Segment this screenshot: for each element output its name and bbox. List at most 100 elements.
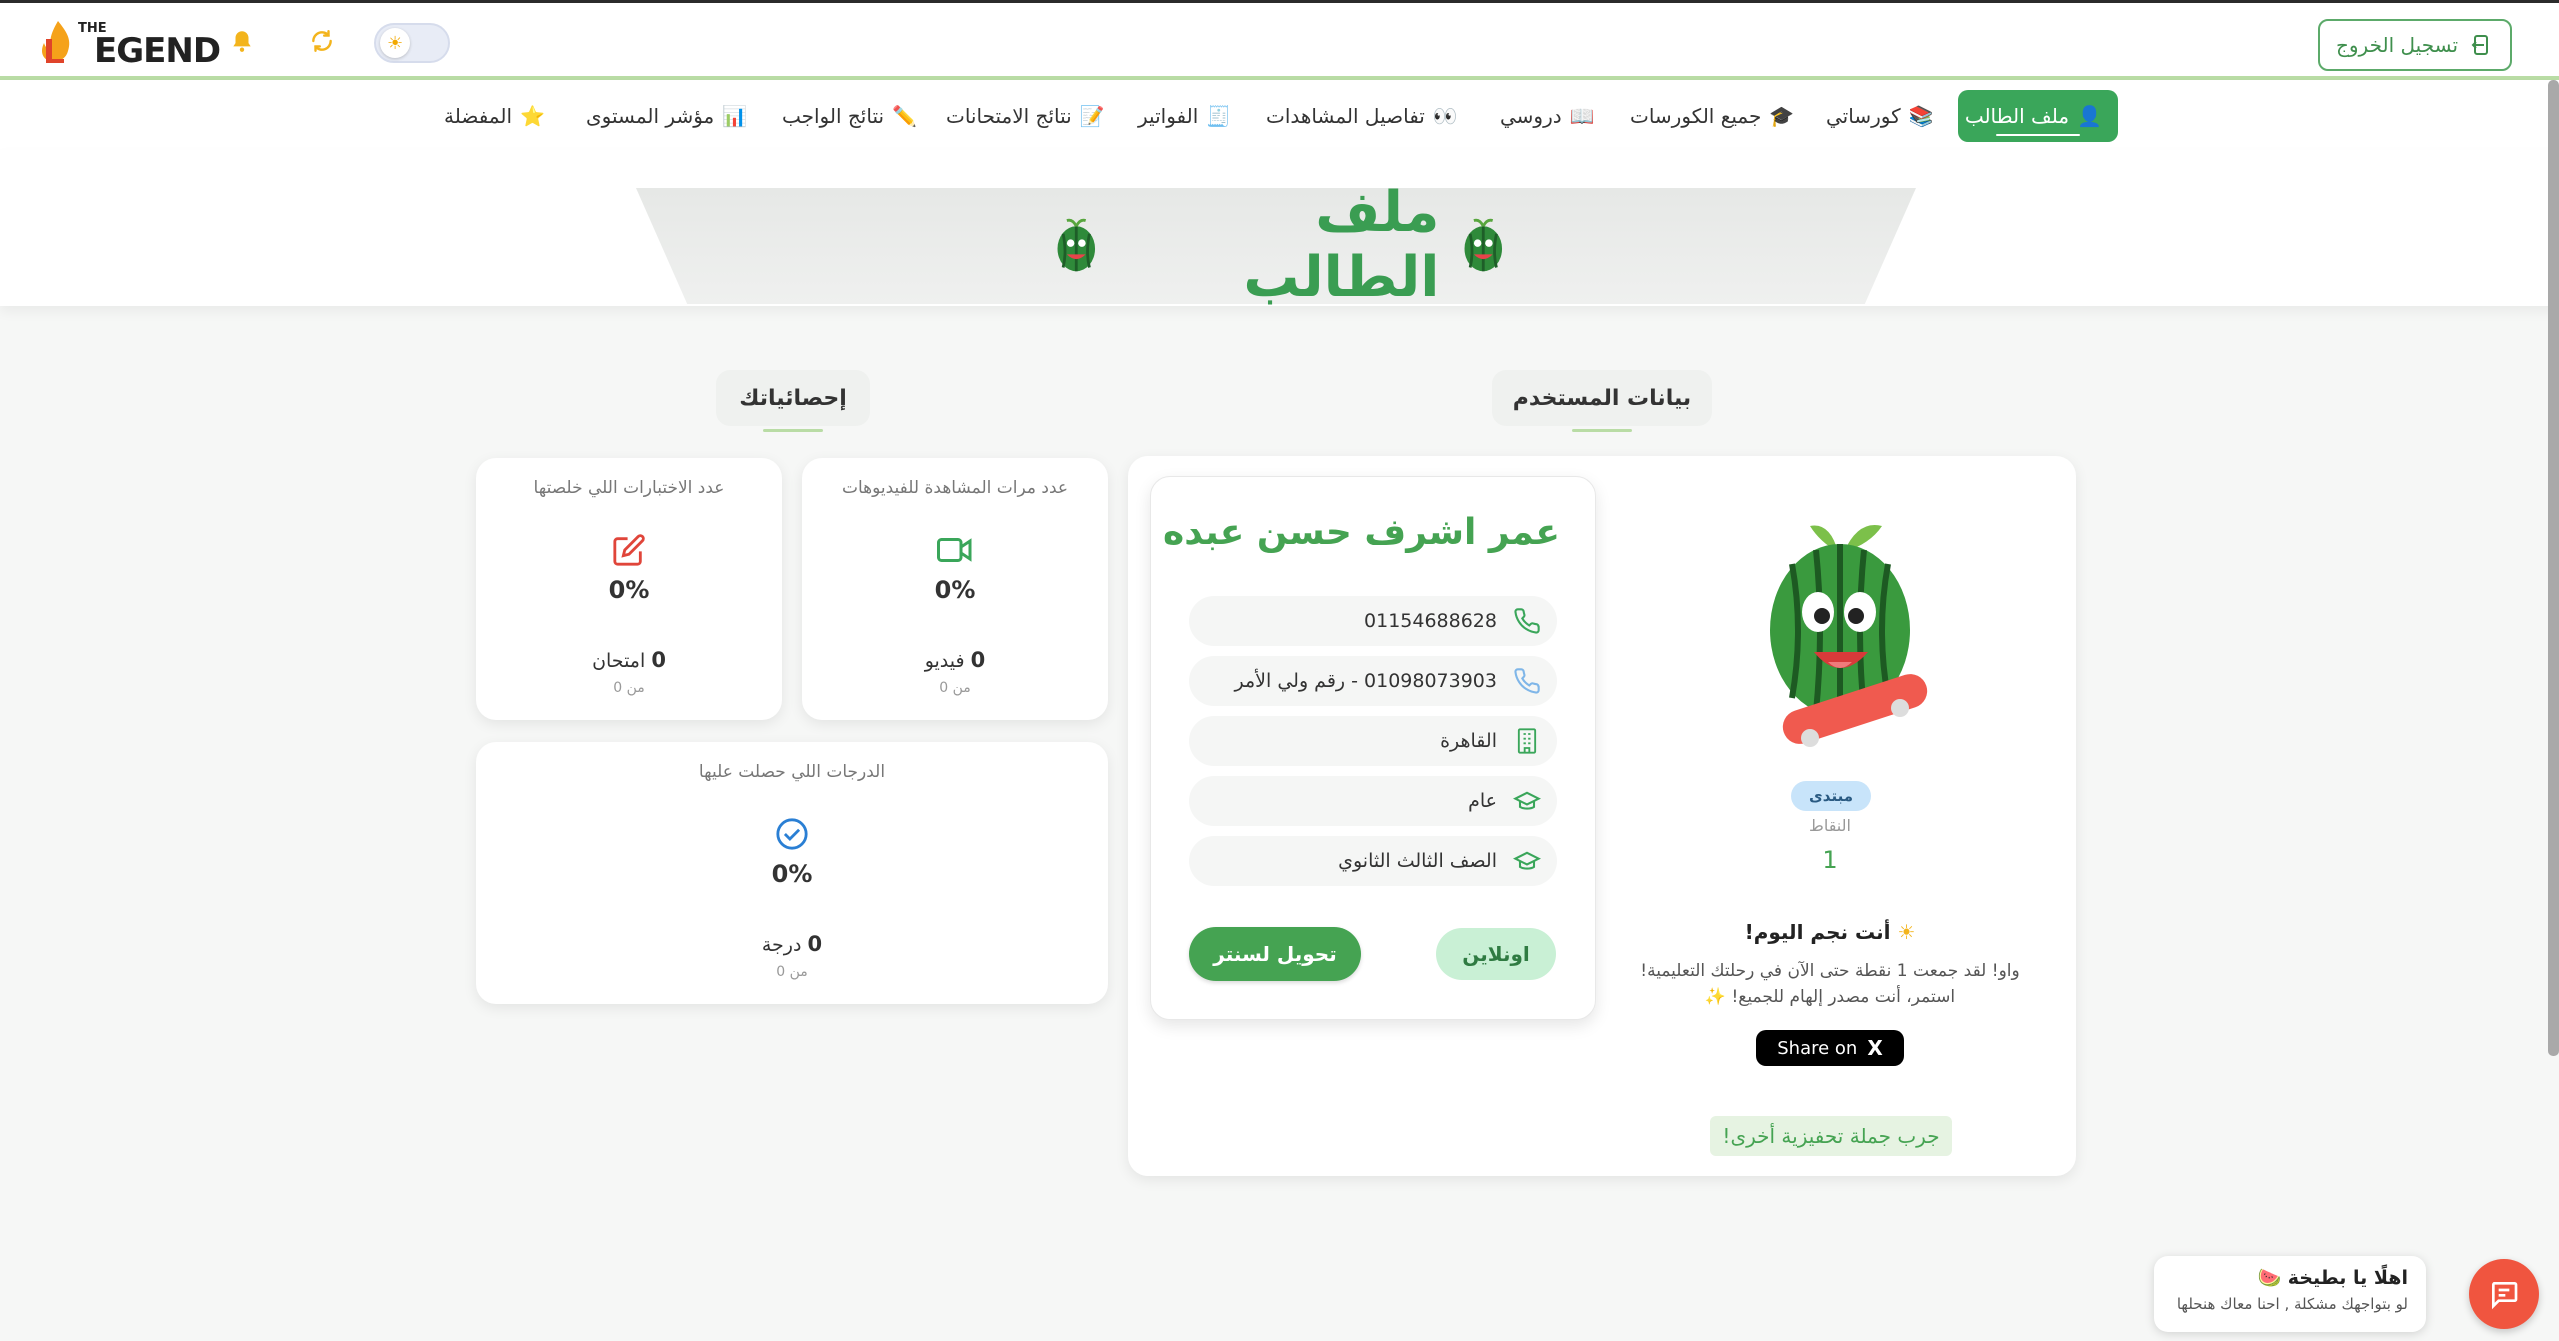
nav-item-all-courses[interactable]: 🎓 جميع الكورسات — [1620, 90, 1804, 142]
motivation-text: واو! لقد جمعت 1 نقطة حتى الآن في رحلتك ا… — [1640, 961, 2020, 1007]
stat-of: من 0 — [613, 680, 645, 696]
nav-item-invoices[interactable]: 🧾 الفواتير — [1128, 90, 1241, 142]
nav-label: الفواتير — [1138, 104, 1199, 128]
logo-text: EGEND — [94, 31, 221, 71]
stat-card-videos: عدد مرات المشاهدة للفيديوهات 0% 0 فيديو … — [802, 458, 1108, 720]
share-on-x-button[interactable]: Share on X — [1756, 1030, 1904, 1066]
nav-label: كورساتي — [1826, 104, 1901, 128]
info-row-parent-phone: 01098073903 - رقم ولي الأمر — [1189, 656, 1557, 706]
nav-item-exam-results[interactable]: 📝 نتائج الامتحانات — [936, 90, 1115, 142]
pencil-icon: ✏️ — [892, 104, 917, 128]
grade-value: الصف الثالث الثانوي — [1338, 850, 1497, 872]
nav-label: تفاصيل المشاهدات — [1266, 104, 1425, 128]
stat-count: 0 فيديو — [924, 648, 986, 672]
stat-count: 0 درجة — [761, 932, 823, 956]
building-icon — [1517, 728, 1537, 754]
share-label: Share on — [1777, 1037, 1858, 1059]
notifications-button[interactable] — [224, 23, 260, 59]
watermelon-mascot-icon — [1057, 218, 1096, 272]
stat-of: من 0 — [939, 680, 971, 696]
eyes-icon: 👀 — [1432, 104, 1458, 128]
refresh-icon — [312, 30, 332, 52]
nav-item-my-lessons[interactable]: 📖 دروسي — [1490, 90, 1605, 142]
chat-title: اهلًا يا بطيخة 🍉 — [2257, 1267, 2409, 1289]
stat-of: من 0 — [776, 964, 808, 980]
stat-count: 0 امتحان — [592, 648, 666, 672]
chat-icon — [2492, 1282, 2518, 1310]
nav-label: مؤشر المستوى — [586, 104, 715, 128]
nav-item-level-indicator[interactable]: 📊 مؤشر المستوى — [576, 90, 757, 142]
sun-icon: ☀ — [1897, 920, 1916, 944]
phone-icon — [1514, 668, 1540, 694]
nav-label: دروسي — [1500, 104, 1562, 128]
chat-greeting[interactable]: اهلًا يا بطيخة 🍉 لو بتواجهك مشكلة , احنا… — [2154, 1256, 2426, 1332]
nav-label: نتائج الواجب — [782, 104, 885, 128]
video-camera-icon — [935, 530, 975, 570]
chat-open-button[interactable] — [2469, 1259, 2539, 1329]
info-row-track: عام — [1189, 776, 1557, 826]
avatar — [1740, 512, 1940, 752]
logout-icon — [2471, 35, 2489, 55]
check-circle-icon — [772, 814, 812, 854]
stat-percent: 0% — [771, 860, 813, 888]
phone-value: 01154688628 — [1364, 610, 1497, 632]
motivation-title: ☀ أنت نجم اليوم! — [1744, 920, 1916, 944]
nav-label: ملف الطالب — [1964, 104, 2070, 128]
points-label: النقاط — [1809, 816, 1851, 835]
nav-label: نتائج الامتحانات — [946, 104, 1072, 128]
stat-title: عدد مرات المشاهدة للفيديوهات — [841, 478, 1069, 498]
nav-item-student-profile[interactable]: 👤 ملف الطالب — [1958, 90, 2118, 142]
track-value: عام — [1468, 790, 1497, 812]
graduation-cap-icon — [1513, 851, 1541, 870]
active-underline — [1996, 134, 2080, 136]
page-title-text: ملف الطالب — [1243, 180, 1440, 310]
try-another-quote-button[interactable]: جرب جملة تحفيزية أخرى! — [1710, 1116, 1952, 1156]
x-logo-icon: X — [1867, 1036, 1883, 1060]
points-value: 1 — [1822, 846, 1838, 874]
info-row-grade: الصف الثالث الثانوي — [1189, 836, 1557, 886]
refresh-button[interactable] — [304, 23, 340, 59]
watermelon-skateboard-mascot-icon — [1770, 525, 1928, 747]
nav-item-homework-results[interactable]: ✏️ نتائج الواجب — [772, 90, 927, 142]
bell-icon — [233, 31, 251, 52]
top-bar: THE EGEND ☀ تسجيل الخروج — [0, 0, 2559, 80]
logout-button[interactable]: تسجيل الخروج — [2318, 19, 2512, 71]
nav-item-view-details[interactable]: 👀 تفاصيل المشاهدات — [1256, 90, 1468, 142]
user-icon: 👤 — [2077, 104, 2102, 128]
switch-to-center-button[interactable]: تحويل لسنتر — [1189, 927, 1361, 981]
nav-label: جميع الكورسات — [1630, 104, 1762, 128]
logout-label: تسجيل الخروج — [2335, 33, 2459, 57]
user-data-heading: بيانات المستخدم — [1492, 370, 1712, 432]
book-icon: 📖 — [1569, 104, 1595, 128]
sun-icon: ☀ — [380, 28, 410, 58]
star-icon: ⭐ — [520, 104, 545, 128]
stat-title: عدد الاختبارات اللي خلصتها — [533, 478, 725, 498]
phone-icon — [1514, 608, 1540, 634]
nav-item-favorites[interactable]: ⭐ المفضلة — [434, 90, 555, 142]
edit-icon — [609, 530, 649, 570]
nav-label: المفضلة — [444, 104, 513, 128]
theme-toggle[interactable]: ☀ — [374, 23, 450, 63]
level-badge: مبتدى — [1791, 781, 1871, 811]
receipt-icon: 🧾 — [1206, 104, 1232, 128]
watermelon-mascot-icon — [1464, 218, 1503, 272]
graduation-cap-icon — [1513, 791, 1541, 810]
memo-icon: 📝 — [1079, 104, 1105, 128]
main-nav: 👤 ملف الطالب 📚 كورساتي 🎓 جميع الكورسات 📖… — [0, 80, 2559, 150]
online-button[interactable]: اونلاين — [1436, 928, 1556, 980]
graduation-cap-icon: 🎓 — [1769, 104, 1795, 128]
nav-item-my-courses[interactable]: 📚 كورساتي — [1816, 90, 1944, 142]
page-scrollbar[interactable] — [2548, 80, 2559, 1056]
logo[interactable]: THE EGEND — [38, 17, 221, 71]
stat-card-exams: عدد الاختبارات اللي خلصتها 0% 0 امتحان م… — [476, 458, 782, 720]
stat-percent: 0% — [608, 576, 650, 604]
books-icon: 📚 — [1908, 104, 1934, 128]
chart-icon: 📊 — [722, 104, 748, 128]
chat-subtitle: لو بتواجهك مشكلة , احنا معاك هنحلها — [2176, 1295, 2408, 1313]
info-row-phone: 01154688628 — [1189, 596, 1557, 646]
stat-percent: 0% — [934, 576, 976, 604]
parent-phone-value: 01098073903 - رقم ولي الأمر — [1234, 670, 1497, 692]
stat-card-grades: الدرجات اللي حصلت عليها 0% 0 درجة من 0 — [476, 742, 1108, 1004]
student-name: عمر اشرف حسن عبده — [1163, 512, 1560, 553]
page-title: ملف الطالب — [1050, 180, 1510, 310]
